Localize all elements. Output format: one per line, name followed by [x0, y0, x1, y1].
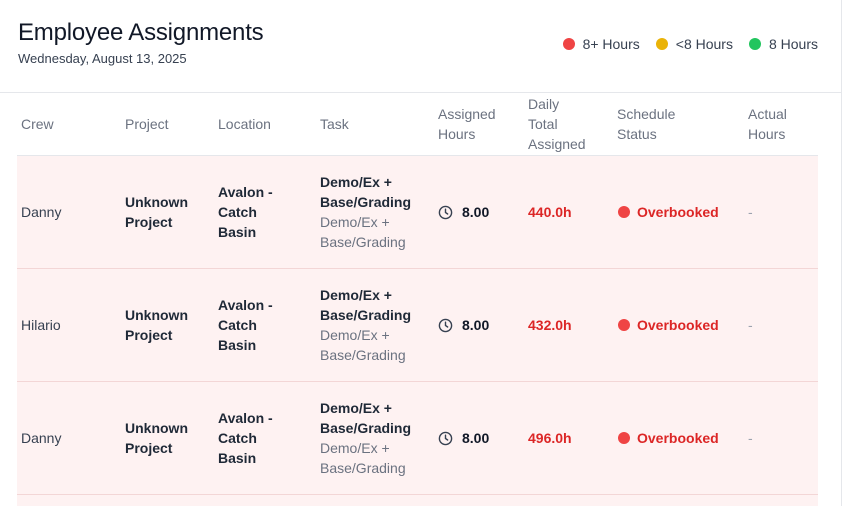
clock-icon: [438, 431, 453, 445]
crew-name: Danny: [21, 204, 62, 220]
project-name: Unknown Project: [125, 194, 188, 230]
page-title: Employee Assignments: [18, 19, 264, 46]
clock-icon: [438, 318, 453, 332]
column-header-location[interactable]: Location: [218, 114, 271, 134]
location-name: Avalon - Catch Basin: [218, 184, 273, 240]
red-dot-icon: [562, 38, 575, 50]
table-row[interactable]: Danny Unknown Project Avalon - Catch Basin …: [17, 156, 818, 269]
project-name: Unknown Project: [125, 307, 188, 343]
actual-hours: -: [748, 204, 753, 220]
schedule-status: Overbooked: [618, 202, 719, 222]
location-name: Avalon - Catch Basin: [218, 297, 273, 353]
daily-total: 496.0h: [528, 430, 572, 446]
panel-divider: [841, 0, 842, 506]
status-dot-icon: [618, 432, 630, 444]
crew-name: Danny: [21, 430, 62, 446]
column-header-daily-total[interactable]: Daily Total Assigned: [528, 94, 586, 154]
clock-icon: [438, 205, 453, 219]
status-dot-icon: [618, 319, 630, 331]
table-row[interactable]: Danny Unknown Project Avalon - Catch Basin …: [17, 382, 818, 495]
table-row[interactable]: Hilario Unknown Project Avalon - Catch Basi…: [17, 269, 818, 382]
schedule-status: Overbooked: [618, 428, 719, 448]
crew-name: Hilario: [21, 317, 61, 333]
yellow-dot-icon: [655, 38, 668, 50]
location-name: Avalon - Catch Basin: [218, 410, 273, 466]
actual-hours: -: [748, 430, 753, 446]
assignments-table: Crew Project Location Task Assigned Hours…: [17, 93, 818, 506]
project-name: Unknown Project: [125, 420, 188, 456]
column-header-schedule-status[interactable]: Schedule Status: [617, 104, 675, 144]
column-header-crew[interactable]: Crew: [21, 114, 54, 134]
legend-item-over: 8+ Hours: [562, 36, 640, 52]
task-cell: Demo/Ex + Base/Grading Demo/Ex + Base/Grad…: [320, 174, 412, 250]
legend-item-exact: 8 Hours: [748, 36, 818, 52]
column-header-assigned-hours[interactable]: Assigned Hours: [438, 104, 496, 144]
table-row-partial: [17, 495, 818, 506]
legend: 8+ Hours <8 Hours 8 Hours: [562, 36, 818, 52]
table-header: Crew Project Location Task Assigned Hours…: [17, 93, 818, 156]
status-dot-icon: [618, 206, 630, 218]
schedule-status: Overbooked: [618, 315, 719, 335]
green-dot-icon: [748, 38, 761, 50]
column-header-actual-hours[interactable]: Actual Hours: [748, 104, 787, 144]
assigned-hours: 8.00: [438, 202, 489, 222]
assigned-hours: 8.00: [438, 315, 489, 335]
daily-total: 440.0h: [528, 204, 572, 220]
page-date: Wednesday, August 13, 2025: [18, 51, 187, 66]
task-cell: Demo/Ex + Base/Grading Demo/Ex + Base/Grad…: [320, 287, 412, 363]
legend-label: 8 Hours: [768, 36, 818, 52]
legend-label: 8+ Hours: [582, 36, 640, 52]
task-cell: Demo/Ex + Base/Grading Demo/Ex + Base/Grad…: [320, 400, 412, 476]
page: Employee Assignments Wednesday, August 1…: [0, 0, 855, 506]
daily-total: 432.0h: [528, 317, 572, 333]
assigned-hours: 8.00: [438, 428, 489, 448]
legend-label: <8 Hours: [675, 36, 733, 52]
column-header-task[interactable]: Task: [320, 114, 349, 134]
column-header-project[interactable]: Project: [125, 114, 169, 134]
legend-item-under: <8 Hours: [655, 36, 733, 52]
page-header: Employee Assignments Wednesday, August 1…: [0, 0, 841, 93]
actual-hours: -: [748, 317, 753, 333]
